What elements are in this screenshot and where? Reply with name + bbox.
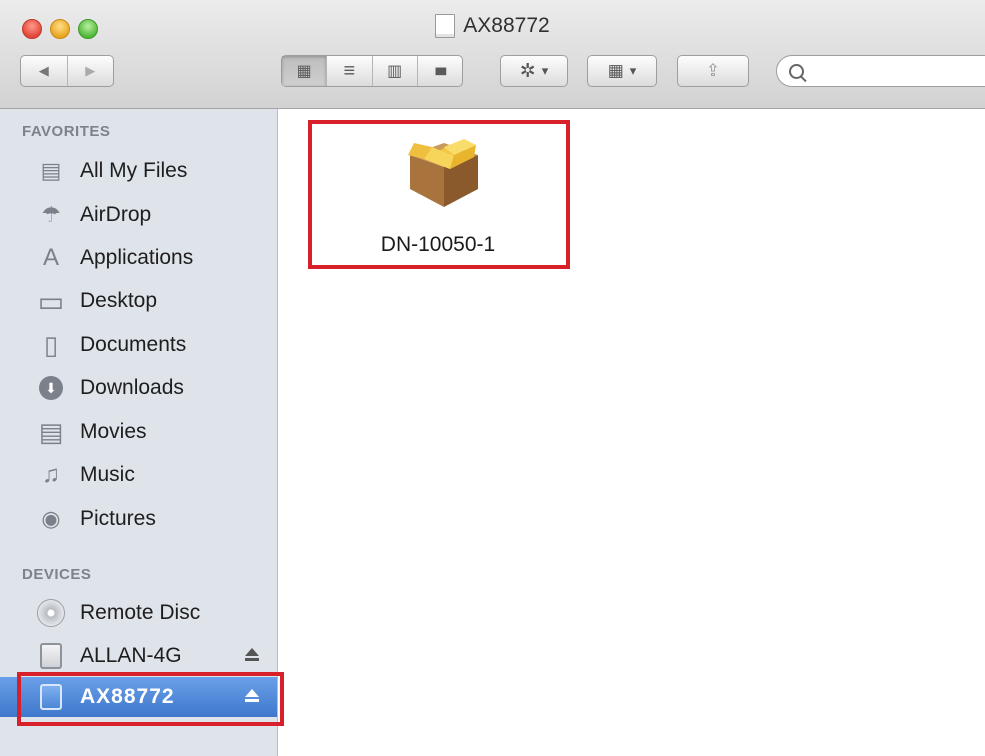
- share-icon: ⇪: [705, 61, 721, 80]
- drive-icon: [36, 682, 66, 712]
- forward-arrow-icon: ▶: [85, 63, 96, 78]
- airdrop-icon: ☂: [41, 202, 61, 227]
- downloads-icon: ⬇: [36, 373, 66, 403]
- list-view-icon: ≡: [343, 59, 356, 82]
- download-arrow-glyph: ⬇: [39, 376, 63, 400]
- sidebar: FAVORITES ▤ All My Files ☂ AirDrop A App…: [0, 109, 278, 756]
- sidebar-item-allan-4g[interactable]: ALLAN-4G: [0, 636, 277, 676]
- all-files-icon: ▤: [40, 158, 62, 183]
- arrange-menu-button[interactable]: ▦ ▾: [587, 55, 657, 87]
- view-mode-control: ▦ ≡ ▥ ▮▮▮: [281, 55, 463, 87]
- eject-icon[interactable]: [244, 689, 260, 705]
- share-button[interactable]: ⇪: [677, 55, 749, 87]
- coverflow-view-button[interactable]: ▮▮▮: [418, 56, 462, 86]
- back-arrow-icon: ◀: [38, 63, 49, 78]
- drive-shape: [40, 684, 62, 710]
- devices-header: DEVICES: [22, 566, 92, 583]
- search-field[interactable]: [776, 55, 985, 87]
- eject-icon[interactable]: [244, 648, 260, 664]
- sidebar-item-music[interactable]: ♫ Music: [0, 455, 277, 495]
- sidebar-item-all-my-files[interactable]: ▤ All My Files: [0, 151, 277, 191]
- title-bar: AX88772 ◀ ▶ ▦ ≡ ▥ ▮▮▮ ✲ ▾ ▦ ▾ ⇪: [0, 0, 985, 109]
- package-icon: [408, 139, 478, 207]
- sidebar-item-label: All My Files: [80, 159, 188, 182]
- movies-icon: ▤: [38, 416, 64, 447]
- sidebar-item-desktop[interactable]: ▭ Desktop: [0, 281, 277, 321]
- sidebar-item-label: AirDrop: [80, 203, 152, 226]
- icon-view-icon: ▦: [296, 63, 312, 80]
- sidebar-item-documents[interactable]: ▯ Documents: [0, 325, 277, 365]
- volume-document-icon: [435, 14, 456, 38]
- sidebar-item-downloads[interactable]: ⬇ Downloads: [0, 368, 277, 408]
- sidebar-item-remote-disc[interactable]: Remote Disc: [0, 593, 277, 633]
- sidebar-item-label: Desktop: [80, 289, 158, 312]
- zoom-window-button[interactable]: [78, 19, 98, 39]
- sidebar-item-label: Remote Disc: [80, 601, 201, 624]
- back-button[interactable]: ◀: [21, 56, 68, 86]
- column-view-icon: ▥: [387, 63, 403, 80]
- arrange-grid-icon: ▦: [607, 61, 624, 80]
- drive-shape: [40, 643, 62, 669]
- remote-disc-icon: [36, 598, 66, 628]
- documents-icon: ▯: [43, 329, 59, 360]
- sidebar-item-ax88772[interactable]: AX88772: [0, 677, 277, 717]
- back-forward-control: ◀ ▶: [20, 55, 114, 87]
- sidebar-item-label: Pictures: [80, 507, 156, 530]
- coverflow-view-icon: ▮▮▮: [434, 65, 447, 77]
- sidebar-item-movies[interactable]: ▤ Movies: [0, 412, 277, 452]
- search-input[interactable]: [807, 60, 985, 84]
- sidebar-item-applications[interactable]: A Applications: [0, 238, 277, 278]
- sidebar-item-label: Music: [80, 463, 135, 486]
- file-item-dn-10050-1[interactable]: DN-10050-1: [308, 121, 568, 267]
- gear-icon: ✲: [519, 60, 536, 82]
- drive-icon: [36, 641, 66, 671]
- sidebar-item-label: Movies: [80, 420, 147, 443]
- forward-button[interactable]: ▶: [68, 56, 114, 86]
- sidebar-item-label: AX88772: [80, 685, 175, 708]
- sidebar-item-label: ALLAN-4G: [80, 644, 182, 667]
- chevron-down-icon: ▾: [541, 63, 549, 78]
- music-icon: ♫: [42, 461, 60, 488]
- chevron-down-icon: ▾: [629, 63, 637, 78]
- sidebar-item-pictures[interactable]: ◉ Pictures: [0, 499, 277, 539]
- applications-icon: A: [42, 244, 59, 271]
- close-window-button[interactable]: [22, 19, 42, 39]
- action-menu-button[interactable]: ✲ ▾: [500, 55, 568, 87]
- sidebar-item-label: Downloads: [80, 376, 184, 399]
- icon-view-button[interactable]: ▦: [282, 56, 328, 86]
- pictures-icon: ◉: [41, 506, 61, 531]
- disc-shape: [37, 599, 65, 627]
- window-title: AX88772: [435, 14, 550, 38]
- window-title-text: AX88772: [463, 14, 550, 37]
- file-name: DN-10050-1: [380, 233, 496, 256]
- minimize-window-button[interactable]: [50, 19, 70, 39]
- column-view-button[interactable]: ▥: [373, 56, 418, 86]
- list-view-button[interactable]: ≡: [327, 56, 373, 86]
- desktop-icon: ▭: [37, 285, 65, 317]
- sidebar-item-label: Documents: [80, 333, 187, 356]
- file-browser: DN-10050-1: [278, 109, 985, 756]
- search-icon: [789, 64, 804, 79]
- sidebar-item-label: Applications: [80, 246, 194, 269]
- sidebar-item-airdrop[interactable]: ☂ AirDrop: [0, 195, 277, 235]
- finder-window: AX88772 ◀ ▶ ▦ ≡ ▥ ▮▮▮ ✲ ▾ ▦ ▾ ⇪ FAVORITE…: [0, 0, 985, 756]
- favorites-header: FAVORITES: [22, 123, 111, 140]
